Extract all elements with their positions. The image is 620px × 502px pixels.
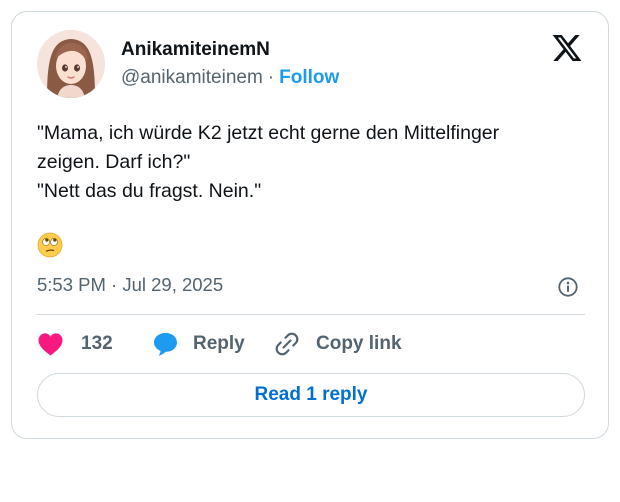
x-logo-icon[interactable] xyxy=(551,32,583,64)
tweet-line: zeigen. Darf ich?" xyxy=(37,151,191,173)
read-reply-button[interactable]: Read 1 reply xyxy=(37,373,585,417)
heart-icon xyxy=(38,333,63,356)
reply-label: Reply xyxy=(193,333,245,354)
tweet-timestamp[interactable]: 5:53 PM · Jul 29, 2025 xyxy=(37,274,223,296)
tweet-text: "Mama, ich würde K2 jetzt echt gerne den… xyxy=(37,119,577,206)
author-display-name[interactable]: AnikamiteinemN xyxy=(121,39,270,61)
like-button[interactable]: 132 xyxy=(37,328,113,360)
author-handle[interactable]: @anikamiteinem xyxy=(121,67,263,88)
anime-girl-avatar-icon xyxy=(37,30,105,98)
copy-link-button[interactable]: Copy link xyxy=(274,328,402,360)
reply-bubble-icon xyxy=(154,332,177,356)
tweet-card: AnikamiteinemN @anikamiteinem · Follow "Ma… xyxy=(11,11,609,439)
link-icon xyxy=(275,332,299,356)
divider xyxy=(37,314,585,315)
handle-row: @anikamiteinem · Follow xyxy=(121,67,339,89)
tweet-line: "Nett das du fragst. Nein." xyxy=(37,180,262,202)
follow-button[interactable]: Follow xyxy=(279,67,339,88)
dot-separator: · xyxy=(267,67,275,88)
avatar[interactable] xyxy=(37,30,105,98)
reply-button[interactable]: Reply xyxy=(152,328,245,360)
like-count: 132 xyxy=(81,333,113,354)
info-icon[interactable] xyxy=(557,276,579,298)
copy-link-label: Copy link xyxy=(316,333,402,354)
eye-roll-emoji-icon xyxy=(37,232,63,258)
tweet-line: "Mama, ich würde K2 jetzt echt gerne den… xyxy=(37,122,500,144)
